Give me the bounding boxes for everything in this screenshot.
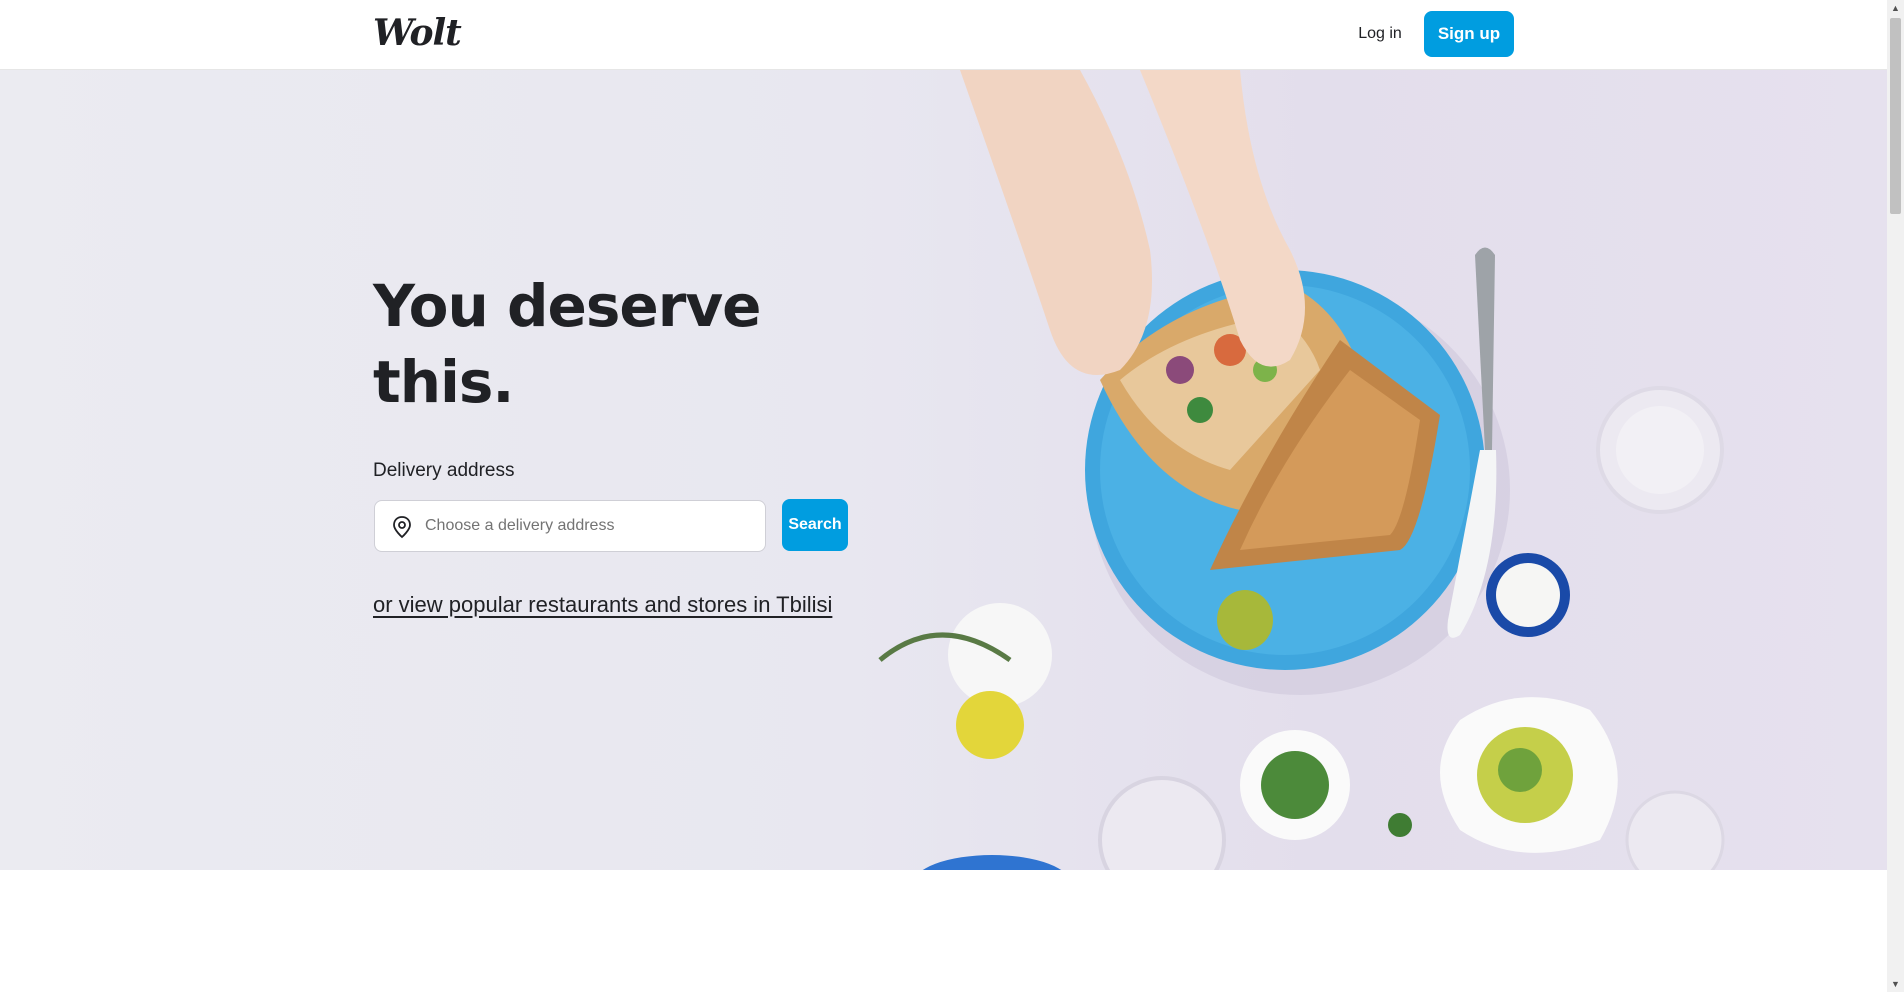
wolt-logo[interactable]: Wolt bbox=[373, 12, 462, 54]
location-pin-icon bbox=[393, 516, 411, 539]
top-nav: Wolt Log in Sign up bbox=[0, 0, 1887, 70]
delivery-address-field[interactable] bbox=[374, 500, 766, 552]
login-button[interactable]: Log in bbox=[1350, 11, 1410, 57]
hero-headline: You deserve this. bbox=[373, 268, 853, 420]
popular-restaurants-link[interactable]: or view popular restaurants and stores i… bbox=[373, 592, 832, 618]
headline-line-1: You deserve bbox=[373, 272, 761, 340]
headline-line-2: this. bbox=[373, 348, 514, 416]
hero-section: You deserve this. Delivery address Searc… bbox=[0, 70, 1887, 870]
search-button[interactable]: Search bbox=[782, 499, 848, 551]
hero-food-image bbox=[878, 70, 1725, 870]
scroll-down-arrow-icon[interactable]: ▼ bbox=[1887, 976, 1904, 992]
delivery-address-input[interactable] bbox=[425, 501, 755, 551]
signup-button[interactable]: Sign up bbox=[1424, 11, 1514, 57]
vertical-scrollbar[interactable]: ▲ ▼ bbox=[1887, 0, 1904, 992]
delivery-address-label: Delivery address bbox=[373, 460, 515, 481]
scroll-up-arrow-icon[interactable]: ▲ bbox=[1887, 0, 1904, 16]
scrollbar-thumb[interactable] bbox=[1890, 18, 1901, 214]
